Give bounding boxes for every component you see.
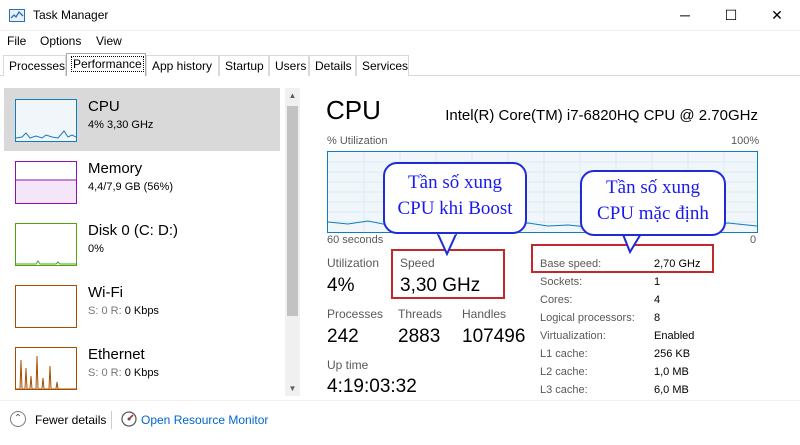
detail-value: 6,0 MB <box>654 384 689 396</box>
resource-name: Disk 0 (C: D:) <box>88 222 178 239</box>
resource-list-scrollbar[interactable]: ▲ ▼ <box>285 88 300 396</box>
fewer-details-link[interactable]: Fewer details <box>35 413 106 427</box>
resource-item-disk[interactable]: Disk 0 (C: D:) 0% <box>4 212 280 275</box>
detail-label: Sockets: <box>540 276 583 288</box>
processes-value: 242 <box>327 326 359 347</box>
task-manager-icon <box>9 9 25 22</box>
resource-item-ethernet[interactable]: Ethernet S: 0 R: 0 Kbps <box>4 336 280 397</box>
threads-label: Threads <box>398 307 443 321</box>
handles-label: Handles <box>462 307 507 321</box>
tab-bar: Processes Performance App history Startu… <box>0 53 800 76</box>
window-title: Task Manager <box>33 8 109 22</box>
scrollbar-thumb[interactable] <box>287 106 298 316</box>
resource-item-cpu[interactable]: CPU 4% 3,30 GHz <box>4 88 280 151</box>
tab-services[interactable]: Services <box>356 55 409 76</box>
utilization-axis-label: % Utilization <box>327 135 388 147</box>
resource-item-memory[interactable]: Memory 4,4/7,9 GB (56%) <box>4 150 280 213</box>
graph-zero-label: 0 <box>750 234 757 246</box>
scroll-up-icon[interactable]: ▲ <box>285 88 300 103</box>
detail-label: L2 cache: <box>540 366 588 378</box>
menu-options[interactable]: Options <box>40 34 81 48</box>
detail-value: 1,0 MB <box>654 366 689 378</box>
uptime-label: Up time <box>327 358 369 372</box>
graph-time-label: 60 seconds <box>327 234 384 246</box>
disk-mini-graph <box>15 223 77 266</box>
callout-line: CPU khi Boost <box>397 198 513 219</box>
resource-monitor-icon[interactable] <box>121 411 137 427</box>
resource-value: 4% 3,30 GHz <box>88 119 154 131</box>
minimize-button[interactable]: ─ <box>662 0 708 30</box>
cpu-mini-graph <box>15 99 77 142</box>
boost-callout-tail <box>435 232 459 257</box>
ethernet-mini-graph-line <box>16 355 76 390</box>
detail-value: 4 <box>654 294 661 306</box>
tab-users[interactable]: Users <box>269 55 309 76</box>
detail-value: 8 <box>654 312 661 324</box>
chevron-up-icon[interactable]: ⌃ <box>10 411 26 427</box>
menu-bar: File Options View <box>0 31 800 52</box>
resource-value: S: 0 R: 0 Kbps <box>88 367 159 379</box>
resource-name: CPU <box>88 98 120 115</box>
open-resource-monitor-link[interactable]: Open Resource Monitor <box>141 413 268 427</box>
cpu-model-name: Intel(R) Core(TM) i7-6820HQ CPU @ 2.70GH… <box>445 107 758 124</box>
memory-mini-graph <box>15 161 77 204</box>
boost-frequency-callout: Tần số xung CPU khi Boost <box>383 162 527 234</box>
ethernet-mini-graph <box>15 347 77 390</box>
detail-label: Virtualization: <box>540 330 606 342</box>
base-frequency-callout: Tần số xung CPU mặc định <box>580 170 726 236</box>
menu-file[interactable]: File <box>7 34 26 48</box>
callout-line: Tần số xung <box>606 177 700 198</box>
resource-item-wifi[interactable]: Wi-Fi S: 0 R: 0 Kbps <box>4 274 280 337</box>
resource-value: 4,4/7,9 GB (56%) <box>88 181 173 193</box>
resource-name: Wi-Fi <box>88 284 123 301</box>
tab-performance[interactable]: Performance <box>66 53 146 76</box>
uptime-value: 4:19:03:32 <box>327 376 417 397</box>
tab-startup[interactable]: Startup <box>219 55 269 76</box>
detail-value: Enabled <box>654 330 695 342</box>
resource-list: CPU 4% 3,30 GHz Memory 4,4/7,9 GB (56%) … <box>2 84 284 397</box>
panel-title: CPU <box>326 95 381 125</box>
utilization-value: 4% <box>327 275 355 296</box>
callout-line: Tần số xung <box>408 172 502 193</box>
callout-line: CPU mặc định <box>597 203 709 224</box>
detail-label: L3 cache: <box>540 384 588 396</box>
tab-app-history[interactable]: App history <box>146 55 219 76</box>
utilization-label: Utilization <box>327 256 380 270</box>
detail-label: Logical processors: <box>540 312 635 324</box>
memory-mini-graph-fill <box>16 179 76 203</box>
detail-value: 256 KB <box>654 348 691 360</box>
detail-value: 1 <box>654 276 661 288</box>
detail-label: L1 cache: <box>540 348 588 360</box>
handles-value: 107496 <box>462 326 526 347</box>
maximize-button[interactable]: ☐ <box>708 0 754 30</box>
disk-mini-graph-line <box>16 260 76 265</box>
resource-name: Memory <box>88 160 143 177</box>
close-button[interactable]: ✕ <box>754 0 800 30</box>
tab-details[interactable]: Details <box>309 55 356 76</box>
utilization-axis-max: 100% <box>731 135 760 147</box>
detail-label: Cores: <box>540 294 573 306</box>
title-bar: Task Manager ─ ☐ ✕ <box>0 0 800 31</box>
footer-divider <box>111 411 112 429</box>
resource-name: Ethernet <box>88 346 145 363</box>
scroll-down-icon[interactable]: ▼ <box>285 381 300 396</box>
cpu-mini-graph-line <box>15 130 77 139</box>
menu-view[interactable]: View <box>96 34 122 48</box>
wifi-mini-graph <box>15 285 77 328</box>
resource-value: S: 0 R: 0 Kbps <box>88 305 159 317</box>
resource-value: 0% <box>88 243 104 255</box>
processes-label: Processes <box>327 307 384 321</box>
tab-processes[interactable]: Processes <box>3 55 66 76</box>
threads-value: 2883 <box>398 326 441 347</box>
footer: ⌃ Fewer details Open Resource Monitor <box>0 400 800 445</box>
